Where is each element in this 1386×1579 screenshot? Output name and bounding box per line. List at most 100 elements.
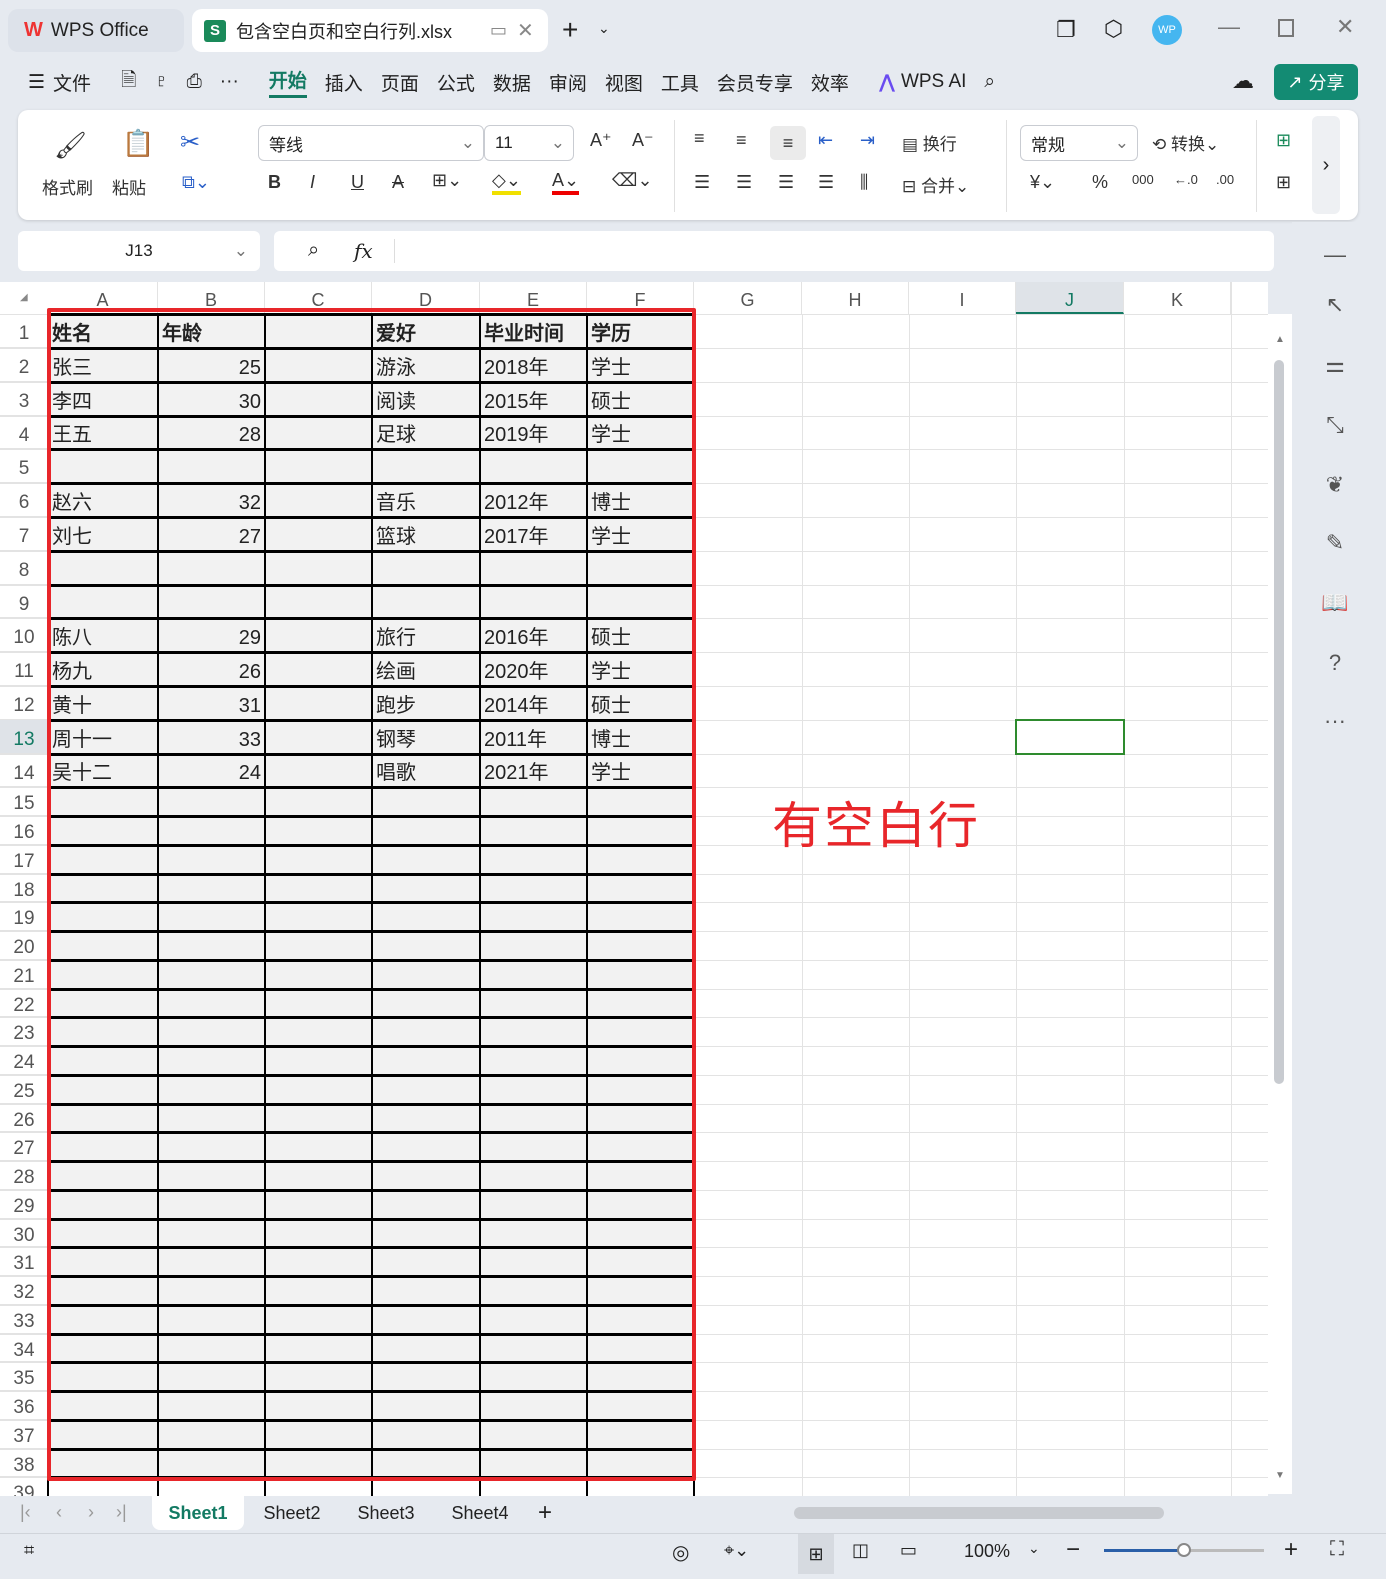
clear-format-icon[interactable]: ⌫⌄ (612, 170, 653, 191)
freeze-icon[interactable]: ⌖⌄ (724, 1540, 749, 1561)
distribute-icon[interactable]: ⫼ (860, 172, 868, 193)
format-painter-button[interactable]: 格式刷 (42, 174, 93, 199)
zoom-level[interactable]: 100% (964, 1541, 1010, 1562)
row-header-22[interactable]: 22 (0, 989, 48, 1018)
resize-icon[interactable]: ⤡ (1320, 412, 1350, 438)
zoom-out-button[interactable]: − (1066, 1536, 1080, 1564)
cube-icon[interactable]: ⬡ (1104, 16, 1123, 42)
tab-home[interactable]: 开始 (268, 66, 307, 98)
number-format-select[interactable]: 常规 ⌄ (1020, 125, 1138, 161)
tab-page[interactable]: 页面 (381, 69, 419, 96)
row-header-26[interactable]: 26 (0, 1104, 48, 1133)
row-header-17[interactable]: 17 (0, 845, 48, 874)
paste-icon[interactable]: 📋 (122, 128, 154, 159)
horizontal-scroll-thumb[interactable] (794, 1507, 1164, 1519)
share-link-icon[interactable]: ♇ (154, 71, 168, 93)
row-header-12[interactable]: 12 (0, 686, 48, 720)
row-header-14[interactable]: 14 (0, 754, 48, 788)
row-header-7[interactable]: 7 (0, 517, 48, 551)
column-header-i[interactable]: I (909, 282, 1016, 314)
home-tab[interactable]: W WPS Office (8, 9, 184, 52)
scroll-up-icon[interactable]: ▲ (1275, 334, 1285, 345)
zoom-formula-icon[interactable]: ⌕ (308, 239, 319, 262)
new-tab-button[interactable]: + (562, 14, 578, 46)
decrease-decimal-icon[interactable]: .00 (1216, 172, 1234, 187)
row-header-2[interactable]: 2 (0, 348, 48, 382)
tab-list-chevron-icon[interactable]: ⌄ (598, 20, 610, 37)
format-painter-icon[interactable]: 🖌 (54, 130, 87, 161)
row-header-37[interactable]: 37 (0, 1420, 48, 1449)
row-header-13[interactable]: 13 (0, 719, 48, 754)
more-options-icon[interactable]: ··· (1320, 708, 1350, 734)
row-header-29[interactable]: 29 (0, 1190, 48, 1219)
align-top-icon[interactable]: ≡ (694, 128, 705, 149)
decrease-indent-icon[interactable]: ⇤ (818, 130, 833, 151)
tab-formula[interactable]: 公式 (437, 69, 475, 96)
collapse-icon[interactable]: — (1320, 242, 1350, 268)
row-header-21[interactable]: 21 (0, 960, 48, 989)
wrap-text-button[interactable]: ▤ 换行 (902, 130, 957, 155)
percent-icon[interactable]: % (1092, 172, 1108, 193)
sheet-tab-sheet3[interactable]: Sheet3 (340, 1496, 432, 1530)
fullscreen-icon[interactable]: ⛶ (1330, 1538, 1344, 1561)
row-header-19[interactable]: 19 (0, 902, 48, 932)
row-header-4[interactable]: 4 (0, 416, 48, 450)
sheet-tab-sheet4[interactable]: Sheet4 (434, 1496, 526, 1530)
scroll-down-icon[interactable]: ▼ (1275, 1470, 1285, 1481)
print-icon[interactable]: ⎙ (187, 71, 202, 93)
align-center-icon[interactable]: ☰ (736, 172, 752, 193)
row-header-15[interactable]: 15 (0, 787, 48, 817)
monitor-icon[interactable]: ▭ (490, 20, 507, 41)
currency-icon[interactable]: ¥⌄ (1030, 172, 1055, 193)
cut-icon[interactable]: ✂ (180, 128, 200, 157)
copy-icon[interactable]: ⧉⌄ (182, 172, 210, 193)
zoom-slider[interactable] (1104, 1543, 1264, 1557)
column-header-h[interactable]: H (802, 282, 909, 314)
row-header-24[interactable]: 24 (0, 1046, 48, 1075)
column-header-k[interactable]: K (1124, 282, 1231, 314)
name-box[interactable]: J13 ⌄ (18, 231, 260, 271)
close-window-button[interactable]: ✕ (1336, 14, 1354, 40)
maximize-button[interactable] (1278, 19, 1294, 37)
search-icon[interactable]: ⌕ (984, 71, 995, 93)
fill-color-icon[interactable]: ◇⌄ (492, 170, 521, 195)
row-header-6[interactable]: 6 (0, 483, 48, 517)
merge-button[interactable]: ⊟ 合并⌄ (902, 172, 969, 197)
row-header-38[interactable]: 38 (0, 1449, 48, 1478)
row-header-35[interactable]: 35 (0, 1362, 48, 1392)
zoom-slider-handle[interactable] (1177, 1543, 1191, 1557)
window-switch-icon[interactable]: ❐ (1056, 17, 1076, 43)
thousands-icon[interactable]: 000 (1132, 172, 1154, 187)
zoom-in-button[interactable]: + (1284, 1536, 1298, 1564)
document-tab[interactable]: S 包含空白页和空白行列.xlsx ▭ ✕ (192, 9, 548, 52)
decrease-font-icon[interactable]: A⁻ (632, 130, 654, 151)
close-tab-icon[interactable]: ✕ (517, 18, 534, 43)
sheet-tab-sheet2[interactable]: Sheet2 (246, 1496, 338, 1530)
formula-bar[interactable]: ⌕ fx (274, 231, 1274, 271)
row-header-30[interactable]: 30 (0, 1219, 48, 1248)
row-header-18[interactable]: 18 (0, 874, 48, 903)
row-header-27[interactable]: 27 (0, 1132, 48, 1162)
help-icon[interactable]: ? (1320, 650, 1350, 676)
book-search-icon[interactable]: 📖 (1320, 590, 1350, 616)
font-size-select[interactable]: 11 ⌄ (484, 125, 574, 161)
share-button[interactable]: ↗ 分享 (1274, 64, 1358, 100)
conditional-format-icon[interactable]: ⊞ (1276, 130, 1291, 151)
convert-button[interactable]: ⟲ 转换⌄ (1152, 130, 1219, 155)
row-header-36[interactable]: 36 (0, 1391, 48, 1420)
font-color-icon[interactable]: A⌄ (552, 170, 580, 195)
select-all-corner[interactable]: ◢ (20, 292, 28, 303)
align-bottom-icon[interactable]: ≡ (770, 126, 806, 160)
minimize-button[interactable]: — (1218, 14, 1240, 40)
justify-icon[interactable]: ☰ (818, 172, 834, 193)
row-header-9[interactable]: 9 (0, 585, 48, 619)
fx-button[interactable]: fx (354, 239, 373, 263)
font-select[interactable]: 等线 ⌄ (258, 125, 484, 161)
prev-sheet-icon[interactable]: ‹ (56, 1502, 62, 1523)
page-layout-view-button[interactable]: ▭ (900, 1540, 917, 1561)
ribbon-expand-button[interactable]: › (1312, 116, 1340, 214)
align-left-icon[interactable]: ☰ (694, 172, 710, 193)
row-header-20[interactable]: 20 (0, 931, 48, 960)
zoom-dropdown-icon[interactable]: ⌄ (1028, 1540, 1040, 1557)
underline-icon[interactable]: U (351, 172, 364, 193)
